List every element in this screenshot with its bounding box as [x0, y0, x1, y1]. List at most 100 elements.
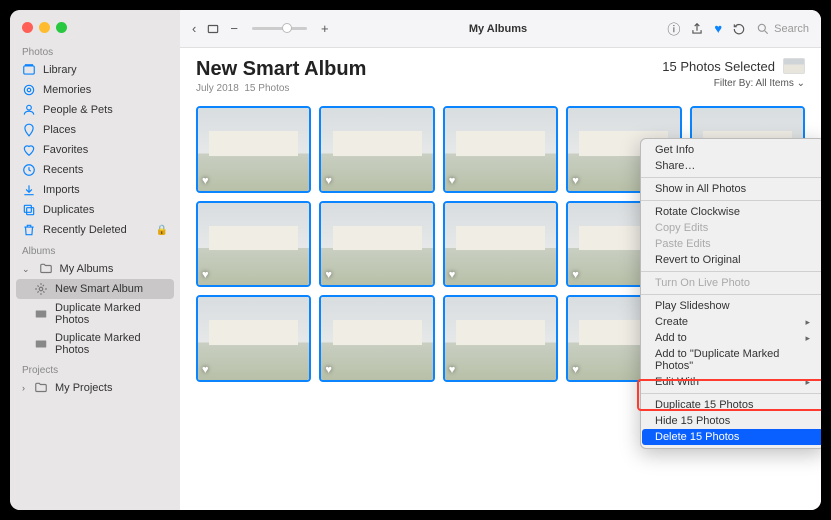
album-thumb-icon — [34, 337, 48, 351]
ctx-share[interactable]: Share… — [641, 158, 821, 174]
sidebar-item-dup-marked-2[interactable]: Duplicate Marked Photos — [10, 329, 180, 359]
toolbar-title: My Albums — [469, 23, 527, 35]
duplicates-icon — [22, 203, 36, 217]
context-menu: Get Info Share… Show in All Photos Rotat… — [640, 138, 821, 449]
favorite-badge-icon: ♥ — [572, 269, 579, 281]
maximize-window-button[interactable] — [56, 22, 67, 33]
favorite-badge-icon: ♥ — [449, 175, 456, 187]
favorite-badge-icon: ♥ — [449, 364, 456, 376]
lock-icon: 🔒 — [156, 225, 168, 236]
album-subtitle: July 2018 15 Photos — [196, 83, 366, 94]
sidebar-item-memories[interactable]: Memories — [10, 80, 180, 100]
ctx-copy-edits: Copy Edits — [641, 220, 821, 236]
sidebar-item-places[interactable]: Places — [10, 120, 180, 140]
sidebar-item-new-smart-album[interactable]: New Smart Album — [16, 279, 174, 299]
ctx-duplicate[interactable]: Duplicate 15 Photos — [641, 397, 821, 413]
sidebar-item-recents[interactable]: Recents — [10, 160, 180, 180]
ctx-rotate[interactable]: Rotate Clockwise — [641, 204, 821, 220]
ctx-create[interactable]: Create▸ — [641, 314, 821, 330]
app-window: Photos Library Memories People & Pets Pl… — [10, 10, 821, 510]
chevron-right-icon: ▸ — [805, 333, 810, 344]
sidebar-item-favorites[interactable]: Favorites — [10, 140, 180, 160]
ctx-add-to[interactable]: Add to▸ — [641, 330, 821, 346]
ctx-show-all[interactable]: Show in All Photos — [641, 181, 821, 197]
share-icon[interactable] — [690, 22, 704, 36]
close-window-button[interactable] — [22, 22, 33, 33]
places-icon — [22, 123, 36, 137]
favorite-badge-icon: ♥ — [325, 175, 332, 187]
album-thumb-icon — [34, 307, 48, 321]
sidebar-item-imports[interactable]: Imports — [10, 180, 180, 200]
section-projects: Projects — [10, 359, 180, 378]
minimize-window-button[interactable] — [39, 22, 50, 33]
chevron-right-icon: ▸ — [805, 317, 810, 328]
library-icon — [22, 63, 36, 77]
ctx-live-photo: Turn On Live Photo — [641, 275, 821, 291]
photo-thumbnail[interactable]: ♥ — [196, 106, 311, 193]
ctx-get-info[interactable]: Get Info — [641, 142, 821, 158]
sidebar-item-library[interactable]: Library — [10, 60, 180, 80]
section-photos: Photos — [10, 41, 180, 60]
trash-icon — [22, 223, 36, 237]
ctx-paste-edits: Paste Edits — [641, 236, 821, 252]
favorite-badge-icon: ♥ — [202, 364, 209, 376]
ctx-slideshow[interactable]: Play Slideshow — [641, 298, 821, 314]
album-title: New Smart Album — [196, 58, 366, 81]
chevron-right-icon: › — [22, 383, 25, 393]
zoom-slider[interactable] — [252, 27, 307, 30]
photo-thumbnail[interactable]: ♥ — [319, 295, 434, 382]
zoom-out-icon[interactable]: − — [230, 21, 238, 36]
ctx-edit-with[interactable]: Edit With▸ — [641, 374, 821, 390]
filter-dropdown[interactable]: Filter By: All Items ⌄ — [662, 78, 805, 89]
sidebar-item-dup-marked-1[interactable]: Duplicate Marked Photos — [10, 299, 180, 329]
photo-thumbnail[interactable]: ♥ — [443, 201, 558, 288]
chevron-down-icon: ⌄ — [22, 264, 30, 275]
sidebar-item-my-albums[interactable]: ⌄ My Albums — [10, 259, 180, 279]
favorite-badge-icon: ♥ — [202, 269, 209, 281]
sidebar: Photos Library Memories People & Pets Pl… — [10, 10, 180, 510]
ctx-hide[interactable]: Hide 15 Photos — [641, 413, 821, 429]
chevron-right-icon: ▸ — [805, 377, 810, 388]
heart-icon — [22, 143, 36, 157]
ctx-add-to-album[interactable]: Add to "Duplicate Marked Photos" — [641, 346, 821, 374]
info-icon[interactable]: ⓘ — [667, 19, 680, 38]
photo-thumbnail[interactable]: ♥ — [319, 106, 434, 193]
selection-status: 15 Photos Selected — [662, 58, 805, 74]
favorite-badge-icon: ♥ — [202, 175, 209, 187]
sidebar-item-my-projects[interactable]: › My Projects — [10, 378, 180, 398]
photo-thumbnail[interactable]: ♥ — [196, 295, 311, 382]
chevron-down-icon: ⌄ — [797, 78, 805, 89]
download-icon — [22, 183, 36, 197]
toolbar: ‹ − + My Albums ⓘ ♥ Search — [180, 10, 821, 48]
section-albums: Albums — [10, 240, 180, 259]
photo-thumbnail[interactable]: ♥ — [319, 201, 434, 288]
main-content: ‹ − + My Albums ⓘ ♥ Search New Smart Alb… — [180, 10, 821, 510]
sidebar-item-duplicates[interactable]: Duplicates — [10, 200, 180, 220]
ctx-delete[interactable]: Delete 15 Photos — [642, 429, 821, 445]
selection-thumb — [783, 58, 805, 74]
back-button[interactable]: ‹ — [192, 21, 196, 36]
aspect-icon[interactable] — [206, 22, 220, 36]
folder-icon — [34, 381, 48, 395]
favorite-badge-icon: ♥ — [325, 269, 332, 281]
sidebar-item-people[interactable]: People & Pets — [10, 100, 180, 120]
search-icon — [756, 22, 770, 36]
search-field[interactable]: Search — [756, 22, 809, 36]
gear-icon — [34, 282, 48, 296]
memories-icon — [22, 83, 36, 97]
people-icon — [22, 103, 36, 117]
photo-thumbnail[interactable]: ♥ — [443, 295, 558, 382]
photo-thumbnail[interactable]: ♥ — [196, 201, 311, 288]
ctx-revert[interactable]: Revert to Original — [641, 252, 821, 268]
photo-thumbnail[interactable]: ♥ — [443, 106, 558, 193]
folder-icon — [39, 262, 53, 276]
window-controls — [10, 10, 180, 41]
rotate-icon[interactable] — [732, 22, 746, 36]
favorite-badge-icon: ♥ — [572, 364, 579, 376]
favorite-icon[interactable]: ♥ — [714, 21, 722, 36]
zoom-in-icon[interactable]: + — [321, 21, 329, 36]
sidebar-item-recently-deleted[interactable]: Recently Deleted 🔒 — [10, 220, 180, 240]
clock-icon — [22, 163, 36, 177]
favorite-badge-icon: ♥ — [325, 364, 332, 376]
favorite-badge-icon: ♥ — [572, 175, 579, 187]
